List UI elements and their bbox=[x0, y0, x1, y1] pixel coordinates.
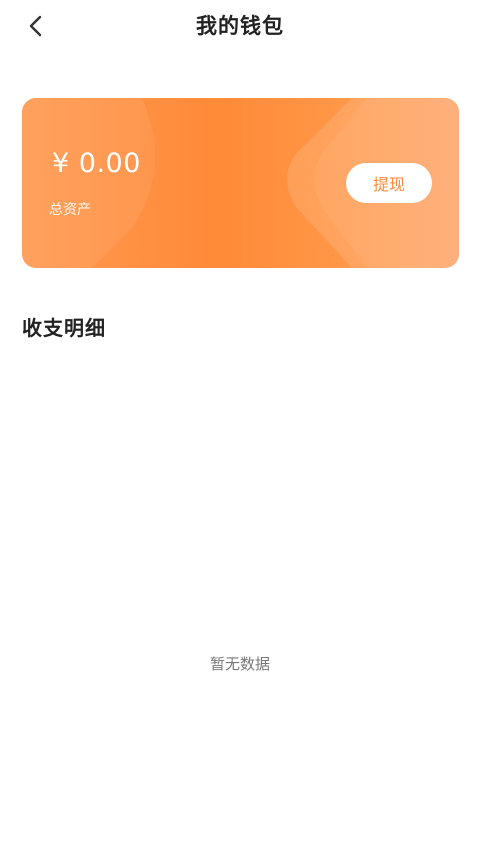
nav-bar: 我的钱包 bbox=[0, 0, 480, 52]
total-balance: ¥ 0.00 bbox=[52, 148, 141, 179]
withdraw-button[interactable]: 提现 bbox=[346, 163, 432, 203]
wallet-card: ¥ 0.00 总资产 提现 bbox=[22, 98, 459, 268]
empty-state-text: 暂无数据 bbox=[209, 655, 270, 673]
transaction-details-title: 收支明细 bbox=[22, 316, 106, 340]
total-assets-label: 总资产 bbox=[49, 202, 91, 218]
page-title: 我的钱包 bbox=[196, 14, 284, 38]
